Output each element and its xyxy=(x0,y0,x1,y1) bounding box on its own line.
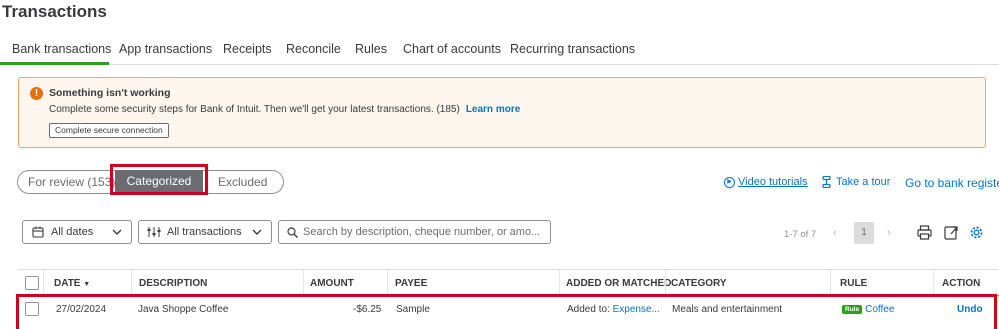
calendar-icon xyxy=(32,226,44,238)
column-header-amount[interactable]: AMOUNT xyxy=(310,278,354,289)
tab-receipts[interactable]: Receipts xyxy=(223,42,272,56)
gear-icon[interactable] xyxy=(969,225,984,240)
column-separator xyxy=(933,270,934,296)
alert-title: Something isn't working xyxy=(49,87,171,99)
table-header: DATE ▼ DESCRIPTION AMOUNT PAYEE ADDED OR… xyxy=(18,269,999,296)
row-payee: Sample xyxy=(396,304,430,315)
column-separator xyxy=(131,270,132,296)
date-filter-dropdown[interactable]: All dates xyxy=(22,220,132,244)
segment-for-review[interactable]: For review (153) xyxy=(28,175,115,189)
video-tutorials-link[interactable]: ▶ Video tutorials xyxy=(724,176,808,188)
row-date: 27/02/2024 xyxy=(56,304,107,315)
tour-icon xyxy=(822,176,831,189)
video-tutorials-label: Video tutorials xyxy=(738,176,808,188)
alert-icon: ! xyxy=(30,87,43,100)
chevron-down-icon xyxy=(252,229,262,235)
tab-bank-transactions[interactable]: Bank transactions xyxy=(12,42,111,56)
complete-secure-connection-button[interactable]: Complete secure connection xyxy=(49,123,169,138)
row-added-matched: Added to: Expense... xyxy=(567,304,660,315)
pagination-range: 1-7 of 7 xyxy=(784,229,817,240)
chevron-down-icon xyxy=(112,229,122,235)
rule-badge: Rule xyxy=(842,304,863,314)
tab-app-transactions[interactable]: App transactions xyxy=(119,42,212,56)
tab-rules[interactable]: Rules xyxy=(355,42,387,56)
transaction-type-filter-dropdown[interactable]: All transactions xyxy=(138,220,272,244)
search-input[interactable] xyxy=(303,223,551,241)
current-page-button[interactable]: 1 xyxy=(854,222,874,244)
learn-more-link[interactable]: Learn more xyxy=(466,104,520,115)
column-header-rule[interactable]: RULE xyxy=(840,278,867,289)
column-separator xyxy=(665,270,666,296)
segment-excluded[interactable]: Excluded xyxy=(218,175,267,189)
filter-sliders-icon xyxy=(147,227,161,237)
row-category: Meals and entertainment xyxy=(672,304,783,315)
row-rule: Rule Coffee xyxy=(842,304,894,315)
column-header-action: ACTION xyxy=(942,278,981,289)
transaction-type-filter-value: All transactions xyxy=(167,226,242,238)
active-tab-indicator xyxy=(0,62,109,65)
column-separator xyxy=(43,270,44,296)
highlight-box-categorized xyxy=(110,164,208,195)
undo-button[interactable]: Undo xyxy=(957,304,983,315)
column-separator xyxy=(303,270,304,296)
alert-banner: ! Something isn't working Complete some … xyxy=(18,77,986,148)
alert-message: Complete some security steps for Bank of… xyxy=(49,104,520,115)
column-header-date[interactable]: DATE ▼ xyxy=(54,278,90,289)
date-filter-value: All dates xyxy=(51,226,94,238)
tab-chart-of-accounts[interactable]: Chart of accounts xyxy=(403,42,501,56)
take-a-tour-label: Take a tour xyxy=(836,176,891,188)
date-header-label: DATE xyxy=(54,278,81,289)
play-icon: ▶ xyxy=(724,176,735,188)
column-header-added-or-matched[interactable]: ADDED OR MATCHED xyxy=(566,278,671,289)
tab-recurring-transactions[interactable]: Recurring transactions xyxy=(510,42,635,56)
column-separator xyxy=(559,270,560,296)
alert-message-text: Complete some security steps for Bank of… xyxy=(49,104,460,115)
search-icon xyxy=(287,227,298,238)
row-description: Java Shoppe Coffee xyxy=(138,304,229,315)
column-separator xyxy=(830,270,831,296)
search-box xyxy=(278,220,551,244)
added-to-label: Added to: xyxy=(567,304,610,315)
sort-desc-icon: ▼ xyxy=(83,281,91,288)
rule-link[interactable]: Coffee xyxy=(865,304,894,315)
select-all-checkbox[interactable] xyxy=(25,276,39,290)
row-amount: -$6.25 xyxy=(353,304,382,315)
column-header-payee[interactable]: PAYEE xyxy=(395,278,427,289)
added-to-link[interactable]: Expense... xyxy=(613,304,660,315)
export-icon[interactable] xyxy=(944,225,959,240)
column-header-category[interactable]: CATEGORY xyxy=(671,278,727,289)
row-checkbox[interactable] xyxy=(25,302,39,316)
page-title: Transactions xyxy=(2,2,107,21)
prev-page-button[interactable]: ‹ xyxy=(833,227,837,239)
tab-reconcile[interactable]: Reconcile xyxy=(286,42,341,56)
go-to-bank-register-link[interactable]: Go to bank register xyxy=(905,176,999,190)
nav-tabs: Bank transactions App transactions Recei… xyxy=(0,38,999,65)
next-page-button[interactable]: › xyxy=(887,227,891,239)
take-a-tour-link[interactable]: Take a tour xyxy=(822,176,891,189)
column-header-description[interactable]: DESCRIPTION xyxy=(139,278,207,289)
column-separator xyxy=(387,270,388,296)
print-icon[interactable] xyxy=(917,225,932,240)
